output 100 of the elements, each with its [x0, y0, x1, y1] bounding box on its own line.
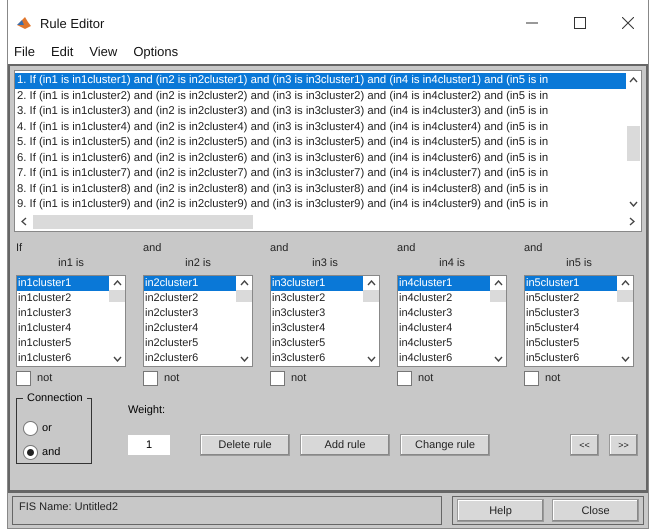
cluster-option[interactable]: in3cluster4	[271, 320, 363, 336]
close-icon[interactable]	[622, 17, 634, 29]
scroll-right-icon[interactable]	[629, 217, 635, 226]
cluster-list[interactable]: in3cluster1 in3cluster2 in3cluster3 in3cluster4 in3cluster5 in3cluster6	[270, 274, 380, 366]
cluster-option[interactable]: in5cluster5	[525, 336, 617, 350]
scroll-down-icon[interactable]	[112, 356, 122, 362]
window-title: Rule Editor	[40, 16, 104, 30]
not-checkbox[interactable]	[524, 370, 539, 386]
rule-item[interactable]: 4. If (in1 is in1cluster4) and (in2 is in2cluster4) and (in3 is in3cluster4) and (in4 is in4cluster4) and (in5 is in	[15, 120, 626, 135]
cluster-option[interactable]: in2cluster4	[144, 320, 236, 336]
not-checkbox[interactable]	[270, 370, 285, 386]
radio-label: and	[42, 446, 60, 458]
connector-label: and	[143, 242, 162, 254]
connector-label: and	[524, 242, 544, 254]
not-label: not	[545, 372, 560, 384]
scroll-thumb[interactable]	[617, 290, 633, 302]
nav-button[interactable]: <<	[570, 434, 599, 456]
footer-button[interactable]: Help	[457, 499, 544, 522]
scroll-thumb[interactable]	[33, 214, 253, 228]
group-title: Connection	[23, 392, 87, 404]
scroll-down-icon[interactable]	[629, 200, 638, 206]
cluster-option[interactable]: in5cluster3	[525, 306, 617, 320]
scroll-up-icon[interactable]	[112, 280, 122, 286]
cluster-option[interactable]: in4cluster1	[398, 276, 490, 290]
cluster-option[interactable]: in1cluster2	[17, 290, 109, 306]
scroll-thumb[interactable]	[236, 290, 252, 302]
cluster-option[interactable]: in3cluster6	[271, 350, 363, 366]
rule-item[interactable]: 7. If (in1 is in1cluster7) and (in2 is in2cluster7) and (in3 is in3cluster7) and (in4 is in4cluster7) and (in5 is in	[15, 166, 626, 182]
radio-label: or	[42, 422, 52, 434]
cluster-option[interactable]: in2cluster2	[144, 290, 236, 306]
nav-button[interactable]: >>	[609, 434, 638, 456]
action-button[interactable]: Delete rule	[200, 434, 290, 456]
cluster-option[interactable]: in1cluster5	[17, 336, 109, 350]
cluster-option[interactable]: in3cluster5	[271, 336, 363, 350]
cluster-list[interactable]: in4cluster1 in4cluster2 in4cluster3 in4cluster4 in4cluster5 in4cluster6	[397, 274, 507, 366]
cluster-list[interactable]: in2cluster1 in2cluster2 in2cluster3 in2cluster4 in2cluster5 in2cluster6	[143, 274, 253, 366]
cluster-option[interactable]: in3cluster3	[271, 306, 363, 320]
menu-item[interactable]: Edit	[50, 44, 74, 58]
rule-item[interactable]: 6. If (in1 is in1cluster6) and (in2 is in2cluster6) and (in3 is in3cluster6) and (in4 is in4cluster6) and (in5 is in	[15, 150, 626, 166]
cluster-option[interactable]: in2cluster6	[144, 350, 236, 366]
rule-item[interactable]: 1. If (in1 is in1cluster1) and (in2 is in2cluster1) and (in3 is in3cluster1) and (in4 is in4cluster1) and (in5 is in	[15, 73, 626, 88]
connector-label: If	[16, 242, 24, 254]
action-button[interactable]: Change rule	[400, 434, 490, 456]
cluster-option[interactable]: in2cluster5	[144, 336, 236, 350]
menu-item[interactable]: View	[89, 44, 118, 58]
cluster-option[interactable]: in4cluster2	[398, 290, 490, 306]
rule-item[interactable]: 8. If (in1 is in1cluster8) and (in2 is in2cluster8) and (in3 is in3cluster8) and (in4 is in4cluster8) and (in5 is in	[15, 182, 626, 197]
cluster-option[interactable]: in2cluster1	[144, 276, 236, 290]
cluster-option[interactable]: in4cluster6	[398, 350, 490, 366]
input-label: in4 is	[438, 256, 466, 270]
cluster-option[interactable]: in4cluster4	[398, 320, 490, 336]
cluster-option[interactable]: in1cluster1	[17, 276, 109, 290]
cluster-option[interactable]: in5cluster1	[525, 276, 617, 290]
scroll-thumb[interactable]	[490, 290, 506, 302]
scroll-left-icon[interactable]	[21, 217, 27, 226]
scroll-up-icon[interactable]	[240, 280, 248, 286]
radio-button[interactable]	[23, 420, 38, 436]
scroll-down-icon[interactable]	[240, 356, 248, 362]
scroll-up-icon[interactable]	[620, 280, 630, 286]
not-checkbox[interactable]	[16, 370, 31, 386]
scroll-thumb[interactable]	[109, 290, 125, 302]
scroll-down-icon[interactable]	[620, 356, 630, 362]
cluster-option[interactable]: in3cluster1	[271, 276, 363, 290]
cluster-option[interactable]: in4cluster3	[398, 306, 490, 320]
cluster-option[interactable]: in5cluster4	[525, 320, 617, 336]
cluster-option[interactable]: in5cluster2	[525, 290, 617, 306]
scroll-up-icon[interactable]	[366, 280, 376, 286]
maximize-icon[interactable]	[574, 17, 586, 29]
scroll-thumb[interactable]	[627, 126, 640, 162]
not-checkbox[interactable]	[143, 370, 158, 386]
scroll-down-icon[interactable]	[366, 356, 376, 362]
cluster-option[interactable]: in1cluster6	[17, 350, 109, 366]
scroll-thumb[interactable]	[363, 290, 379, 302]
cluster-option[interactable]: in2cluster3	[144, 306, 236, 320]
input-label: in3 is	[311, 256, 339, 270]
cluster-option[interactable]: in1cluster3	[17, 306, 109, 320]
cluster-list[interactable]: in1cluster1 in1cluster2 in1cluster3 in1cluster4 in1cluster5 in1cluster6	[16, 274, 126, 366]
footer-button[interactable]: Close	[552, 499, 639, 522]
not-checkbox[interactable]	[397, 370, 412, 386]
rule-item[interactable]: 9. If (in1 is in1cluster9) and (in2 is in2cluster9) and (in3 is in3cluster9) and (in4 is in4cluster9) and (in5 is in	[15, 197, 626, 212]
menu-item[interactable]: File	[14, 44, 35, 58]
scroll-up-icon[interactable]	[629, 77, 638, 83]
connector-label: and	[397, 242, 416, 254]
rule-item[interactable]: 5. If (in1 is in1cluster5) and (in2 is in2cluster5) and (in3 is in3cluster5) and (in4 is in4cluster5) and (in5 is in	[15, 135, 626, 150]
cluster-option[interactable]: in4cluster5	[398, 336, 490, 350]
rule-list[interactable]	[14, 70, 642, 232]
rule-item[interactable]: 2. If (in1 is in1cluster2) and (in2 is in2cluster2) and (in3 is in3cluster2) and (in4 is in4cluster2) and (in5 is in	[15, 88, 626, 104]
scroll-up-icon[interactable]	[494, 280, 502, 286]
scroll-down-icon[interactable]	[494, 356, 502, 362]
weight-field[interactable]: 1	[128, 434, 170, 454]
cluster-list[interactable]: in5cluster1 in5cluster2 in5cluster3 in5cluster4 in5cluster5 in5cluster6	[524, 274, 634, 366]
rule-item[interactable]: 3. If (in1 is in1cluster3) and (in2 is in2cluster3) and (in3 is in3cluster3) and (in4 is in4cluster3) and (in5 is in	[15, 104, 626, 120]
input-label: in1 is	[57, 256, 85, 270]
cluster-option[interactable]: in3cluster2	[271, 290, 363, 306]
cluster-option[interactable]: in5cluster6	[525, 350, 617, 366]
menu-item[interactable]: Options	[133, 44, 178, 58]
cluster-option[interactable]: in1cluster4	[17, 320, 109, 336]
action-button[interactable]: Add rule	[300, 434, 390, 456]
radio-button[interactable]	[23, 444, 38, 460]
not-label: not	[37, 372, 52, 384]
